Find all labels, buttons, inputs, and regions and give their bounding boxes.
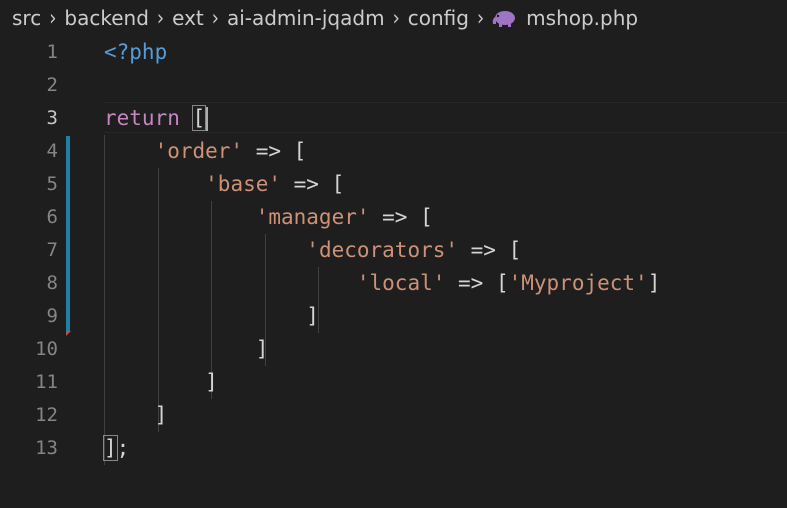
code-line[interactable]: ]; — [103, 432, 130, 465]
code-line[interactable]: <?php — [104, 36, 167, 69]
breadcrumb-item-backend[interactable]: backend — [64, 6, 149, 30]
line-number: 2 — [46, 74, 58, 96]
code-editor[interactable]: src › backend › ext › ai-admin-jqadm › config › ms… — [0, 0, 787, 508]
string-token: 'base' — [205, 172, 282, 196]
deleted-lines-marker[interactable] — [66, 331, 71, 336]
code-line[interactable]: ] — [104, 333, 269, 366]
code-token: ] — [104, 337, 269, 361]
chevron-right-icon: › — [476, 5, 485, 31]
code-line[interactable]: 'order' => [ — [104, 135, 307, 168]
line-number: 1 — [46, 41, 58, 63]
code-line[interactable]: 'base' => [ — [104, 168, 344, 201]
code-line[interactable]: ] — [104, 399, 168, 432]
chevron-right-icon: › — [211, 5, 219, 31]
string-token: 'Myproject' — [508, 271, 648, 295]
php-elephant-icon — [492, 8, 520, 28]
string-token: 'local' — [356, 271, 446, 295]
breadcrumb-item-src[interactable]: src — [12, 6, 41, 30]
code-token: ] — [104, 370, 218, 394]
string-token: 'order' — [154, 139, 244, 163]
breadcrumb-item-ext[interactable]: ext — [172, 6, 204, 30]
chevron-right-icon: › — [49, 5, 57, 31]
code-token: => [ — [445, 271, 509, 295]
code-token: => [ — [243, 139, 307, 163]
code-token: => [ — [458, 238, 522, 262]
code-line[interactable]: return [ — [104, 102, 209, 135]
breadcrumb-item-ai-admin-jqadm[interactable]: ai-admin-jqadm — [227, 6, 385, 30]
keyword-token: return — [104, 106, 180, 130]
code-token: [ — [191, 105, 207, 131]
line-number: 6 — [46, 206, 58, 228]
code-line[interactable]: 'manager' => [ — [104, 201, 433, 234]
code-token: ] — [103, 435, 118, 461]
line-number: 10 — [35, 338, 58, 360]
code-token: ] — [104, 403, 168, 427]
breadcrumb: src › backend › ext › ai-admin-jqadm › config › ms… — [0, 0, 787, 36]
code-token: => [ — [369, 205, 433, 229]
line-number: 12 — [35, 404, 58, 426]
line-number: 4 — [46, 140, 58, 162]
code-line[interactable]: 'local' => ['Myproject'] — [104, 267, 660, 300]
code-token: => [ — [281, 172, 345, 196]
string-token: 'decorators' — [306, 238, 459, 262]
code-token: ] — [647, 271, 661, 295]
code-line[interactable]: ] — [104, 366, 218, 399]
chevron-right-icon: › — [392, 5, 400, 31]
php-tag-token: <?php — [104, 40, 168, 64]
chevron-right-icon: › — [156, 5, 165, 31]
code-line[interactable]: 'decorators' => [ — [104, 234, 521, 267]
line-number: 7 — [46, 239, 58, 261]
text-cursor — [206, 107, 209, 131]
code-token: ; — [116, 436, 130, 460]
line-number: 9 — [46, 305, 58, 327]
string-token: 'manager' — [255, 205, 370, 229]
line-number: 5 — [46, 173, 58, 195]
code-token: ] — [104, 304, 319, 328]
breadcrumb-item-config[interactable]: config — [408, 6, 469, 30]
line-number: 8 — [46, 272, 58, 294]
line-number: 11 — [35, 371, 58, 393]
breadcrumb-file-name[interactable]: mshop.php — [526, 6, 638, 30]
code-line[interactable]: ] — [104, 300, 319, 333]
modified-lines-marker[interactable] — [66, 136, 70, 332]
line-number: 13 — [35, 437, 58, 459]
line-number: 3 — [46, 107, 58, 129]
